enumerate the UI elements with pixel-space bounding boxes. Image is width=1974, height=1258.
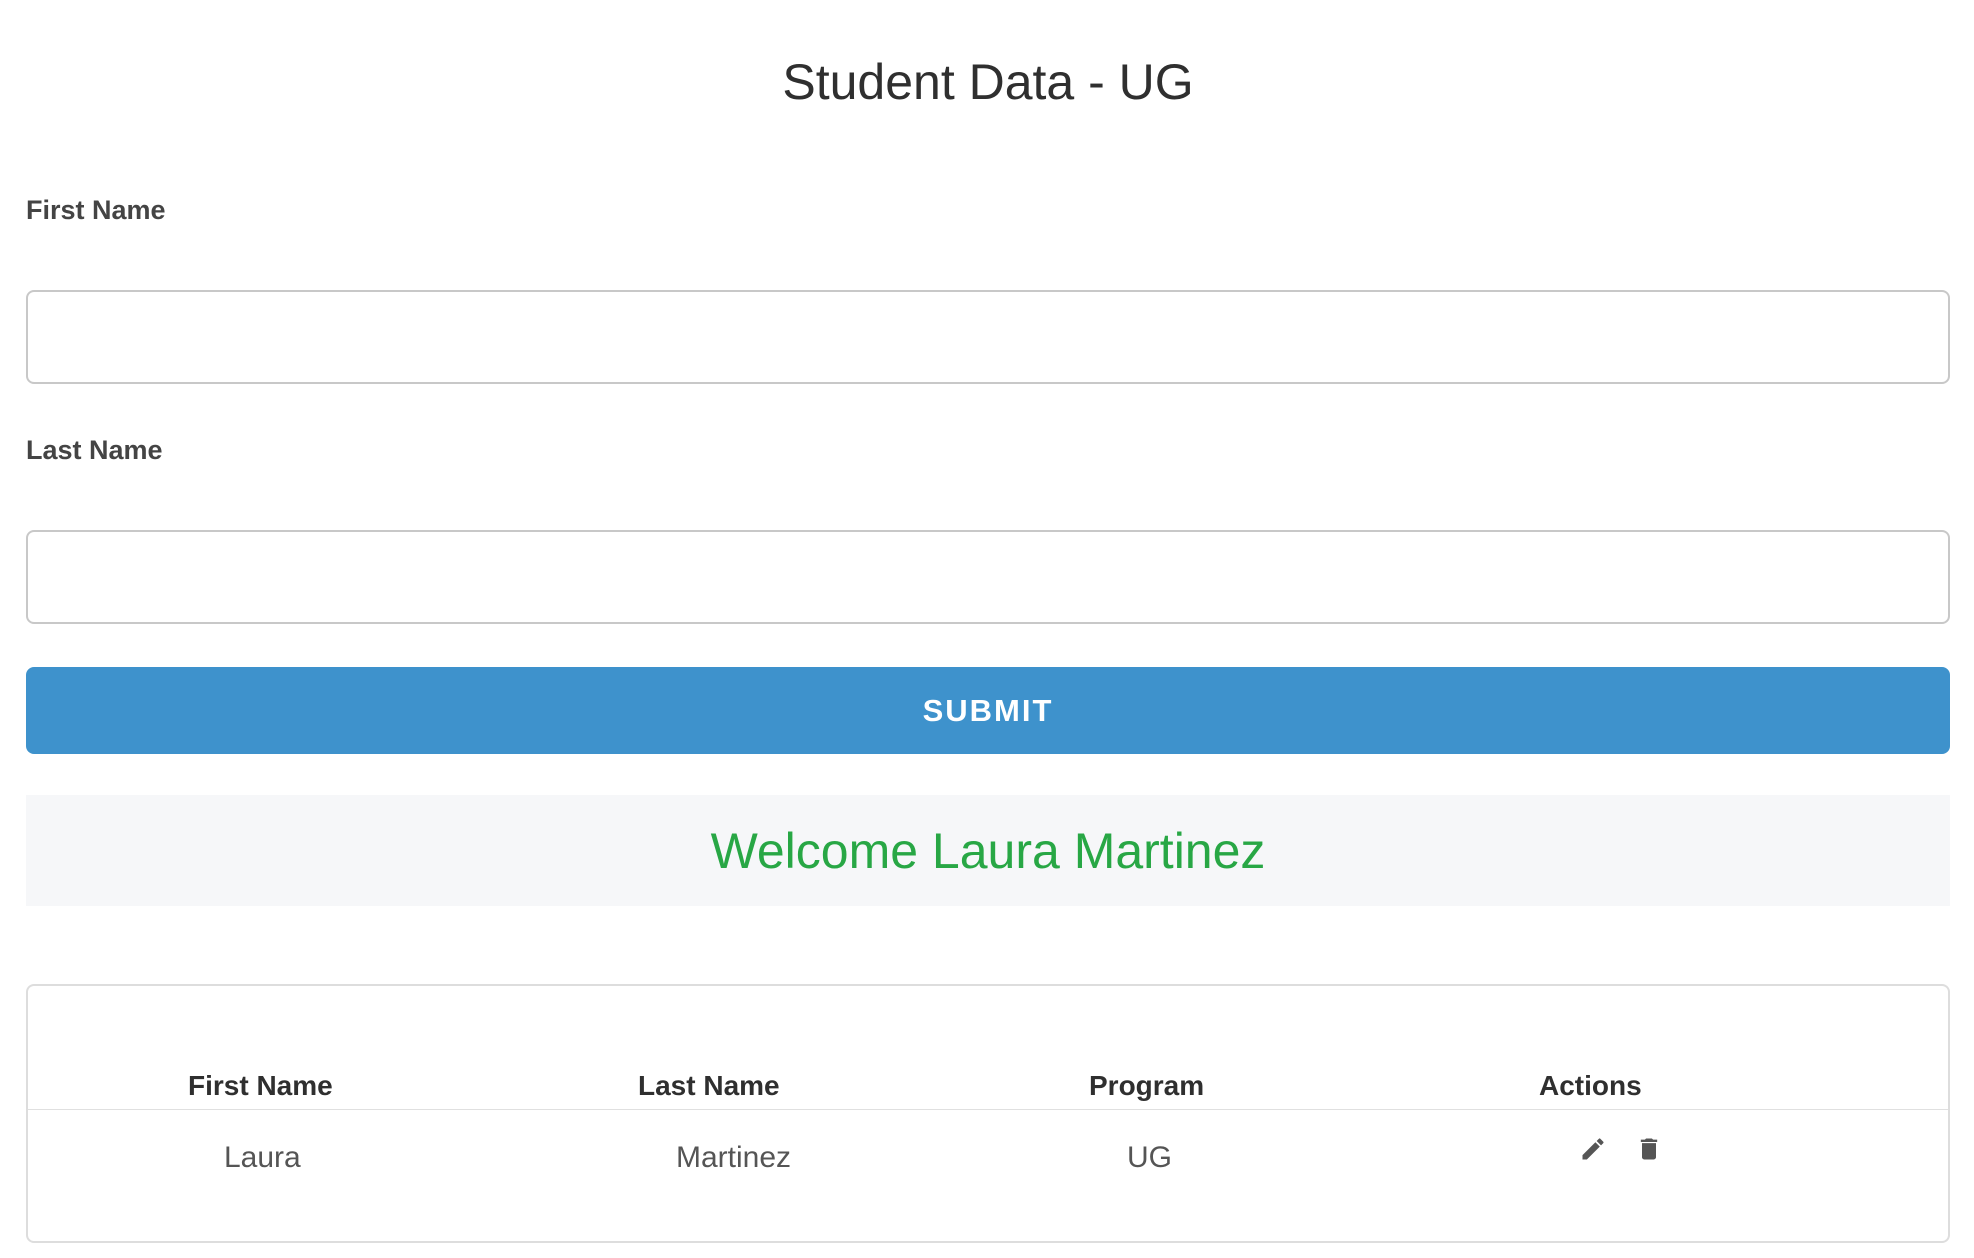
table-row: Laura Martinez UG <box>28 1138 1948 1180</box>
delete-icon[interactable] <box>1634 1134 1664 1164</box>
cell-last-name: Martinez <box>676 1141 792 1174</box>
row-actions <box>1578 1134 1664 1164</box>
column-header-program: Program <box>1089 1070 1205 1101</box>
column-header-first-name: First Name <box>188 1070 333 1101</box>
column-header-last-name: Last Name <box>638 1070 780 1101</box>
welcome-banner: Welcome Laura Martinez <box>26 795 1950 906</box>
first-name-label: First Name <box>26 195 166 225</box>
edit-icon[interactable] <box>1578 1134 1608 1164</box>
student-data-page: Student Data - UG First Name Last Name S… <box>26 0 1950 1243</box>
column-header-actions: Actions <box>1539 1070 1642 1101</box>
page-title: Student Data - UG <box>782 54 1194 110</box>
cell-first-name: Laura <box>224 1141 301 1174</box>
welcome-message: Welcome Laura Martinez <box>710 822 1266 879</box>
cell-program: UG <box>1127 1141 1172 1174</box>
last-name-input[interactable] <box>26 530 1950 624</box>
table-header: First Name Last Name Program Actions <box>28 1070 1948 1101</box>
first-name-input[interactable] <box>26 290 1950 384</box>
submit-button[interactable]: SUBMIT <box>26 667 1950 754</box>
students-table: First Name Last Name Program Actions Lau… <box>26 984 1950 1243</box>
last-name-label: Last Name <box>26 435 163 465</box>
table-divider <box>28 1109 1948 1110</box>
